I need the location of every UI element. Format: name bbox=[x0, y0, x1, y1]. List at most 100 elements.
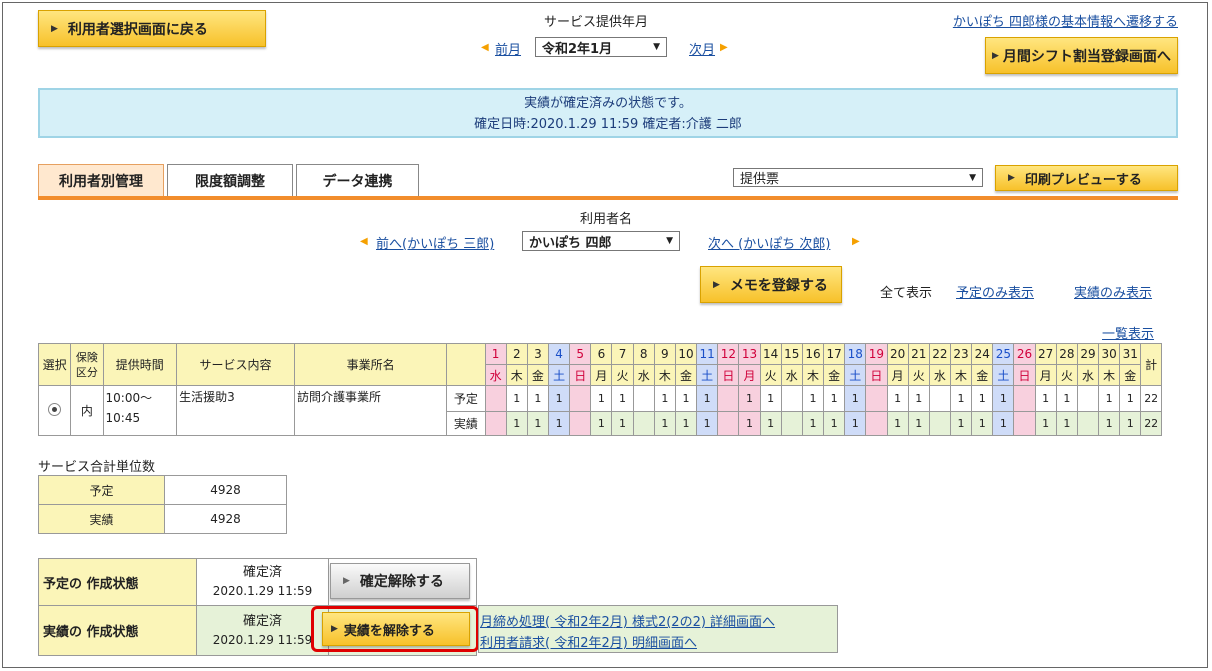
actual-day-cell[interactable]: 1 bbox=[653, 411, 676, 436]
day-number: 23 bbox=[949, 343, 973, 365]
user-select[interactable]: かいぽち 四郎 ▼ bbox=[522, 231, 680, 251]
prev-user-link[interactable]: 前へ(かいぽち 三郎) bbox=[376, 233, 494, 252]
actual-day-cell[interactable]: 1 bbox=[738, 411, 761, 436]
monthly-closing-link[interactable]: 月締め処理( 令和2年2月) 様式2(2の2) 詳細画面へ bbox=[480, 611, 775, 630]
print-preview-button[interactable]: ▶ 印刷プレビューする bbox=[995, 165, 1178, 191]
col-total-header: 計 bbox=[1140, 343, 1162, 386]
plan-day-cell[interactable]: 1 bbox=[696, 385, 719, 412]
actual-day-cell[interactable]: 1 bbox=[696, 411, 719, 436]
actual-day-cell[interactable]: 1 bbox=[886, 411, 909, 436]
day-of-week: 木 bbox=[1098, 364, 1121, 386]
release-confirm-button[interactable]: ▶ 確定解除する bbox=[330, 563, 470, 599]
day-of-week: 水 bbox=[1076, 364, 1100, 386]
show-plan-only-link[interactable]: 予定のみ表示 bbox=[956, 282, 1034, 301]
plan-day-cell[interactable]: 1 bbox=[611, 385, 634, 412]
plan-day-cell[interactable]: 1 bbox=[949, 385, 973, 412]
actual-day-cell[interactable] bbox=[1013, 411, 1036, 436]
plan-day-cell[interactable]: 1 bbox=[547, 385, 571, 412]
actual-day-cell[interactable]: 1 bbox=[674, 411, 698, 436]
plan-day-cell[interactable] bbox=[1013, 385, 1036, 412]
col-insurance-header: 保険区分 bbox=[70, 343, 104, 386]
actual-day-cell[interactable]: 1 bbox=[526, 411, 550, 436]
actual-day-cell[interactable] bbox=[569, 411, 592, 436]
plan-day-cell[interactable]: 1 bbox=[759, 385, 782, 412]
actual-day-cell[interactable]: 1 bbox=[971, 411, 994, 436]
actual-day-cell[interactable] bbox=[717, 411, 740, 436]
plan-day-cell[interactable] bbox=[484, 385, 507, 412]
monthly-shift-button[interactable]: ▶ 月間シフト割当登録画面へ bbox=[985, 37, 1178, 74]
actual-day-cell[interactable] bbox=[484, 411, 507, 436]
actual-day-cell[interactable]: 1 bbox=[1119, 411, 1142, 436]
plan-day-cell[interactable]: 1 bbox=[801, 385, 825, 412]
plan-day-cell[interactable]: 1 bbox=[590, 385, 613, 412]
plan-day-cell[interactable]: 1 bbox=[992, 385, 1015, 412]
plan-day-cell[interactable]: 1 bbox=[1098, 385, 1121, 412]
day-number: 26 bbox=[1013, 343, 1036, 365]
plan-day-cell[interactable]: 1 bbox=[823, 385, 846, 412]
plan-day-cell[interactable]: 1 bbox=[674, 385, 698, 412]
next-user-link[interactable]: 次へ (かいぽち 次郎) bbox=[708, 233, 830, 252]
plan-status-cell: 確定済 2020.1.29 11:59 bbox=[196, 558, 329, 606]
print-type-select[interactable]: 提供票 ▼ bbox=[733, 168, 983, 187]
actual-day-cell[interactable]: 1 bbox=[547, 411, 571, 436]
actual-day-cell[interactable]: 1 bbox=[590, 411, 613, 436]
day-of-week: 日 bbox=[569, 364, 592, 386]
actual-day-cell[interactable]: 1 bbox=[759, 411, 782, 436]
actual-day-cell[interactable] bbox=[928, 411, 951, 436]
release-actual-button[interactable]: ▶ 実績を解除する bbox=[322, 612, 470, 646]
actual-day-cell[interactable] bbox=[1076, 411, 1100, 436]
actual-day-cell[interactable]: 1 bbox=[907, 411, 930, 436]
plan-day-cell[interactable]: 1 bbox=[653, 385, 676, 412]
actual-day-cell[interactable]: 1 bbox=[611, 411, 634, 436]
radio-selected-icon[interactable] bbox=[48, 402, 62, 416]
day-number: 30 bbox=[1098, 343, 1121, 365]
actual-day-cell[interactable]: 1 bbox=[505, 411, 528, 436]
plan-day-cell[interactable] bbox=[865, 385, 888, 412]
tab-user-management[interactable]: 利用者別管理 bbox=[38, 164, 164, 196]
back-to-user-select-button[interactable]: ▶ 利用者選択画面に戻る bbox=[38, 10, 266, 47]
plan-day-cell[interactable] bbox=[928, 385, 951, 412]
day-number: 2 bbox=[505, 343, 528, 365]
next-month-link[interactable]: 次月 bbox=[689, 39, 715, 58]
actual-day-cell[interactable]: 1 bbox=[1034, 411, 1057, 436]
plan-day-cell[interactable]: 1 bbox=[526, 385, 550, 412]
plan-day-cell[interactable] bbox=[780, 385, 803, 412]
actual-day-cell[interactable]: 1 bbox=[801, 411, 825, 436]
plan-day-cell[interactable] bbox=[569, 385, 592, 412]
plan-day-cell[interactable]: 1 bbox=[907, 385, 930, 412]
show-actual-only-link[interactable]: 実績のみ表示 bbox=[1074, 282, 1152, 301]
row-select-cell[interactable] bbox=[37, 385, 72, 436]
register-memo-button[interactable]: ▶ メモを登録する bbox=[700, 266, 842, 303]
actual-day-cell[interactable]: 1 bbox=[1055, 411, 1078, 436]
day-number: 13 bbox=[738, 343, 761, 365]
actual-day-cell[interactable]: 1 bbox=[949, 411, 973, 436]
plan-day-cell[interactable]: 1 bbox=[1055, 385, 1078, 412]
plan-day-cell[interactable]: 1 bbox=[1119, 385, 1142, 412]
plan-day-cell[interactable] bbox=[717, 385, 740, 412]
plan-day-cell[interactable]: 1 bbox=[886, 385, 909, 412]
plan-day-cell[interactable]: 1 bbox=[844, 385, 867, 412]
list-view-link[interactable]: 一覧表示 bbox=[1102, 323, 1154, 342]
plan-day-cell[interactable]: 1 bbox=[738, 385, 761, 412]
user-billing-link[interactable]: 利用者請求( 令和2年2月) 明細画面へ bbox=[480, 632, 697, 651]
actual-day-cell[interactable]: 1 bbox=[1098, 411, 1121, 436]
actual-day-cell[interactable]: 1 bbox=[823, 411, 846, 436]
plan-day-cell[interactable]: 1 bbox=[1034, 385, 1057, 412]
actual-day-cell[interactable]: 1 bbox=[844, 411, 867, 436]
col-office-header: 事業所名 bbox=[294, 343, 448, 386]
actual-day-cell[interactable] bbox=[780, 411, 803, 436]
basic-info-link[interactable]: かいぽち 四郎様の基本情報へ遷移する bbox=[953, 11, 1178, 30]
day-of-week: 土 bbox=[547, 364, 571, 386]
tab-limit-adjustment[interactable]: 限度額調整 bbox=[167, 164, 293, 196]
day-number: 17 bbox=[823, 343, 846, 365]
actual-day-cell[interactable] bbox=[865, 411, 888, 436]
plan-day-cell[interactable] bbox=[1076, 385, 1100, 412]
tab-data-link[interactable]: データ連携 bbox=[296, 164, 419, 196]
plan-day-cell[interactable] bbox=[632, 385, 655, 412]
actual-day-cell[interactable]: 1 bbox=[992, 411, 1015, 436]
plan-day-cell[interactable]: 1 bbox=[505, 385, 528, 412]
month-select[interactable]: 令和2年1月 ▼ bbox=[535, 37, 667, 57]
prev-month-link[interactable]: 前月 bbox=[495, 39, 521, 58]
plan-day-cell[interactable]: 1 bbox=[971, 385, 994, 412]
actual-day-cell[interactable] bbox=[632, 411, 655, 436]
